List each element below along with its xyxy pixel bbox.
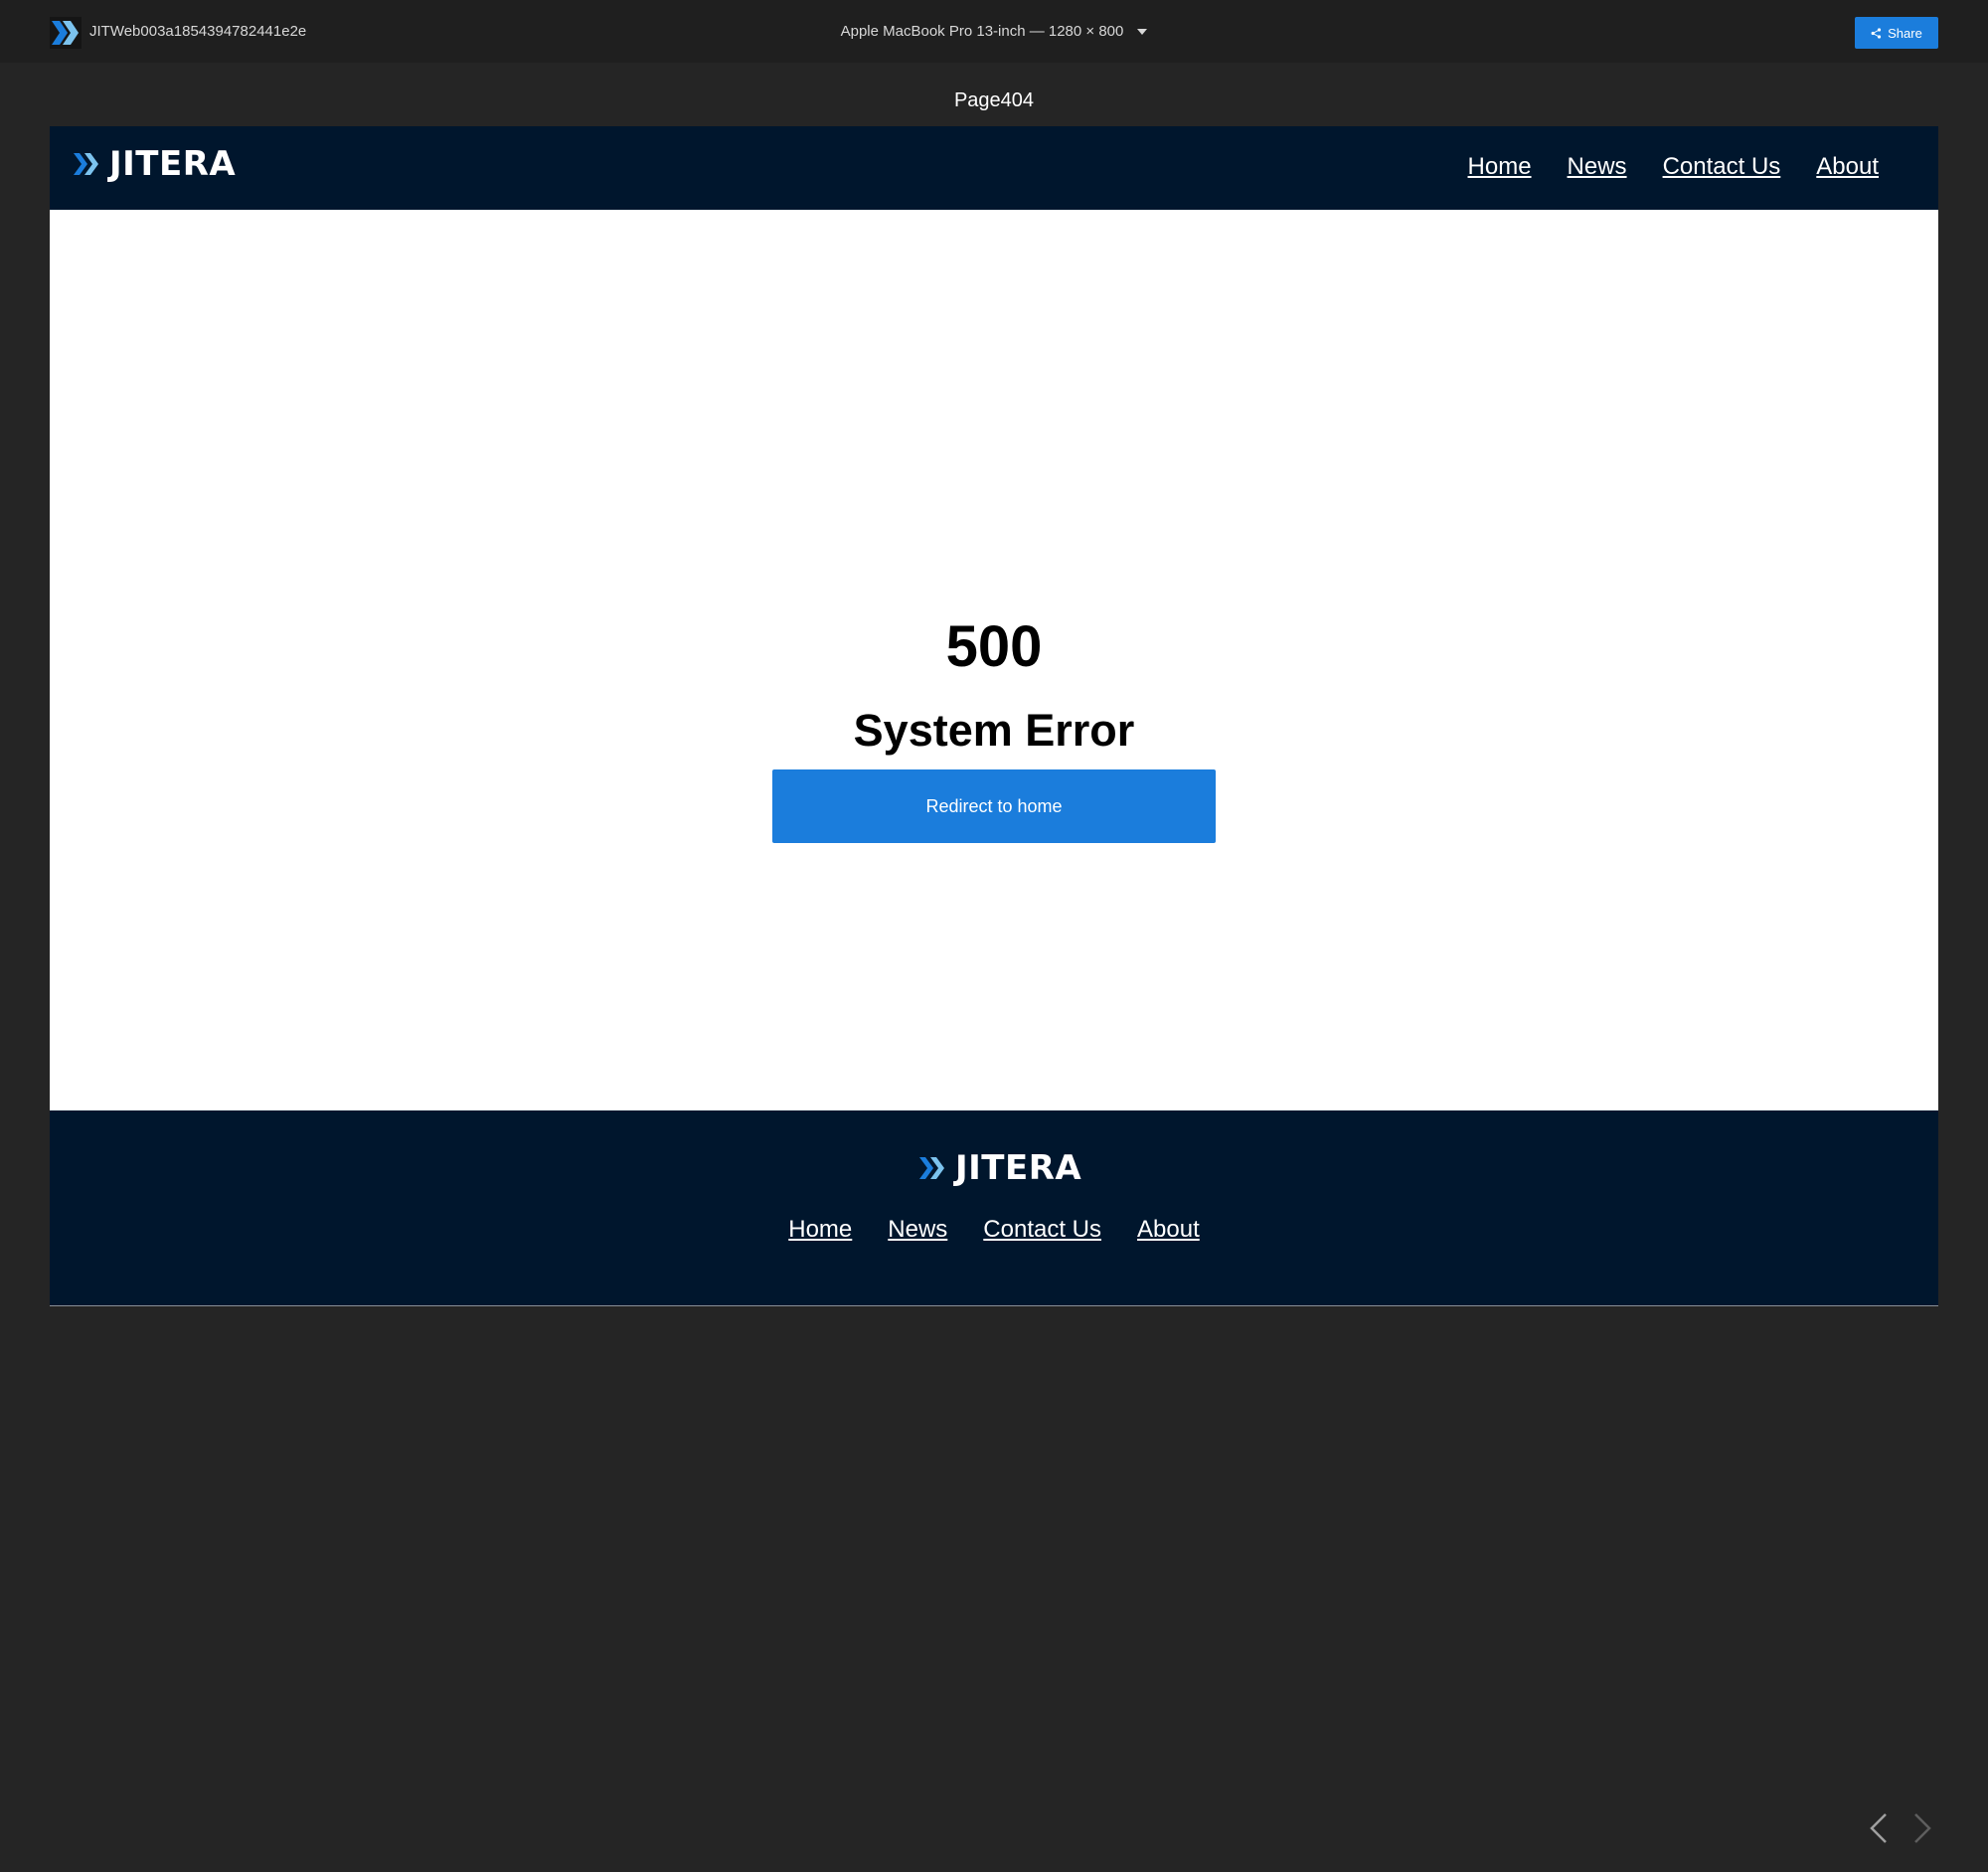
page-preview: JITERA Home News Contact Us About 500 Sy…: [50, 126, 1938, 1306]
header-nav: Home News Contact Us About: [1468, 152, 1879, 182]
share-label: Share: [1888, 25, 1922, 41]
brand-wordmark: JITERA: [109, 144, 237, 184]
footer-nav: Home News Contact Us About: [50, 1215, 1938, 1245]
footer-link-about[interactable]: About: [1137, 1215, 1200, 1245]
project-id: JITWeb003a1854394782441e2e: [89, 23, 307, 40]
footer-logo[interactable]: JITERA: [919, 1148, 1081, 1188]
share-icon: [1871, 27, 1882, 39]
footer-link-news[interactable]: News: [888, 1215, 947, 1245]
jitera-logo-icon[interactable]: [50, 17, 82, 49]
device-label: Apple MacBook Pro 13-inch — 1280 × 800: [840, 23, 1124, 40]
site-header: JITERA Home News Contact Us About: [50, 126, 1938, 210]
share-button[interactable]: Share: [1855, 17, 1938, 49]
error-code: 500: [945, 614, 1043, 679]
nav-link-home[interactable]: Home: [1468, 152, 1532, 182]
nav-link-news[interactable]: News: [1568, 152, 1627, 182]
caret-down-icon: [1137, 29, 1148, 35]
chevron-right-icon[interactable]: [1910, 1811, 1934, 1845]
jitera-chevron-icon: [919, 1157, 944, 1179]
redirect-home-button[interactable]: Redirect to home: [772, 769, 1216, 843]
nav-link-contact-us[interactable]: Contact Us: [1663, 152, 1781, 182]
page-name: Page404: [953, 89, 1035, 111]
jitera-chevron-icon: [74, 153, 98, 175]
viewer-toolbar: JITWeb003a1854394782441e2e Apple MacBook…: [0, 0, 1988, 63]
nav-link-about[interactable]: About: [1816, 152, 1879, 182]
footer-link-contact-us[interactable]: Contact Us: [983, 1215, 1101, 1245]
site-footer: JITERA Home News Contact Us About: [50, 1110, 1938, 1306]
device-dropdown[interactable]: Apple MacBook Pro 13-inch — 1280 × 800: [835, 20, 1153, 44]
error-content: 500 System Error Description about syste…: [50, 210, 1938, 1110]
header-logo[interactable]: JITERA: [74, 144, 236, 184]
error-title: System Error: [853, 705, 1135, 756]
brand-wordmark: JITERA: [955, 1148, 1082, 1188]
chevron-left-icon[interactable]: [1867, 1811, 1891, 1845]
footer-link-home[interactable]: Home: [788, 1215, 852, 1245]
